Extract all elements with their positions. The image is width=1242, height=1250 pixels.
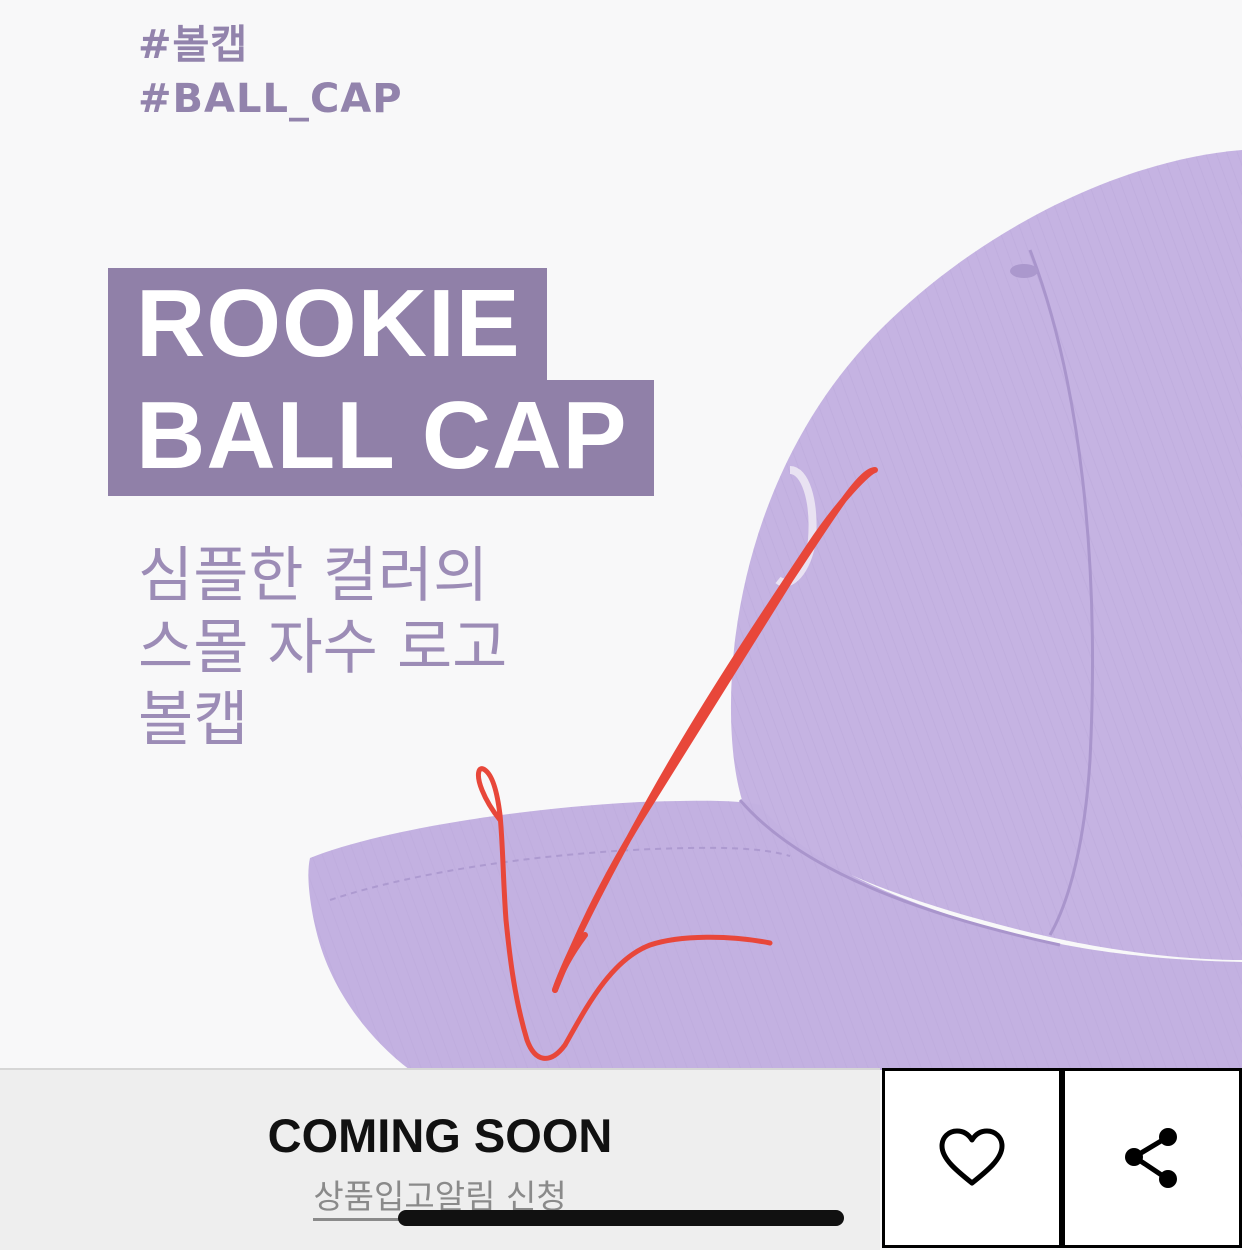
product-description: 심플한 컬러의 스몰 자수 로고 볼캡: [138, 540, 507, 756]
wishlist-button[interactable]: [882, 1068, 1062, 1248]
home-indicator[interactable]: [398, 1210, 844, 1226]
title-line: BALL CAP: [108, 380, 654, 496]
product-title: ROOKIE BALL CAP: [108, 268, 654, 496]
heart-icon: [939, 1128, 1005, 1186]
hashtag: #BALL_CAP: [138, 76, 403, 122]
description-line: 볼캡: [138, 685, 249, 755]
description-line: 스몰 자수 로고: [138, 613, 508, 683]
product-hero-banner: #볼캡 #BALL_CAP ROOKIE BALL CAP 심플한 컬러의 스몰…: [0, 0, 1242, 1070]
hashtag-list: #볼캡 #BALL_CAP: [138, 18, 403, 126]
hashtag: #볼캡: [138, 22, 249, 68]
share-button[interactable]: [1062, 1068, 1242, 1248]
title-line: ROOKIE: [108, 268, 547, 380]
coming-soon-label: COMING SOON: [267, 1109, 613, 1162]
description-line: 심플한 컬러의: [138, 541, 489, 611]
ball-cap-image: [308, 150, 1242, 1070]
share-icon: [1125, 1128, 1177, 1188]
